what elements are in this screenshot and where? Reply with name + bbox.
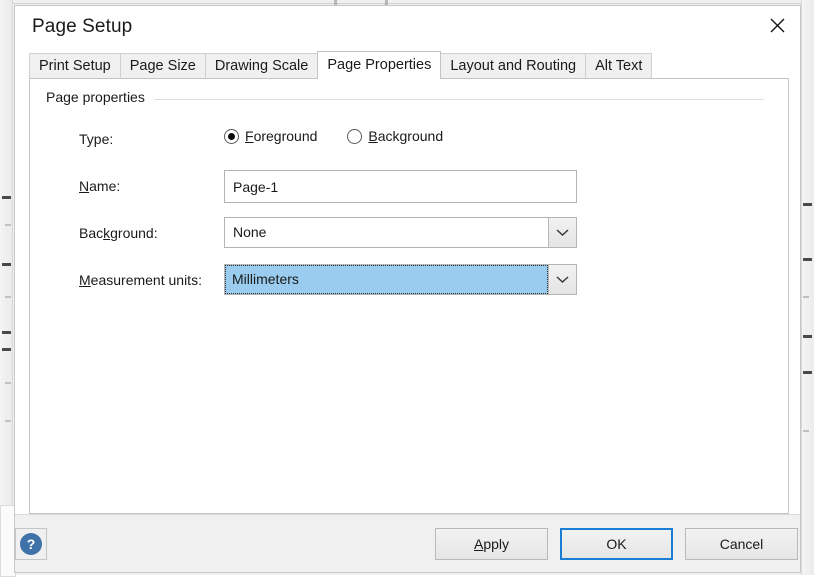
chevron-down-icon xyxy=(556,275,569,284)
radio-background[interactable]: Background xyxy=(347,128,443,144)
help-icon: ? xyxy=(20,533,42,555)
page-properties-groupbox: Page properties Type: Foreground Backgro… xyxy=(46,89,772,501)
tabstrip: Print Setup Page Size Drawing Scale Page… xyxy=(15,51,800,79)
accel-char: N xyxy=(79,178,90,194)
dialog-footer: ? Apply OK Cancel xyxy=(15,514,800,572)
type-label: Type: xyxy=(79,131,114,147)
tab-page-size[interactable]: Page Size xyxy=(119,53,206,78)
label-start: Bac xyxy=(79,225,104,241)
accel-char: B xyxy=(368,128,378,144)
right-ruler-strip xyxy=(801,0,814,575)
measurement-units-combobox-arrow[interactable] xyxy=(548,265,576,294)
close-button[interactable] xyxy=(754,6,800,44)
background-label: Background: xyxy=(79,225,158,241)
name-input[interactable] xyxy=(224,170,577,203)
page-title: Page Setup xyxy=(32,16,133,37)
apply-button[interactable]: Apply xyxy=(435,528,548,560)
groupbox-legend: Page properties xyxy=(46,89,152,105)
radio-foreground-label: Foreground xyxy=(245,128,317,144)
background-combobox-arrow[interactable] xyxy=(548,218,576,247)
dialog-titlebar: Page Setup xyxy=(15,6,800,51)
close-icon xyxy=(770,18,785,33)
label-rest: pply xyxy=(483,536,510,552)
form-row-measurement-units: Measurement units: Millimeters xyxy=(46,262,772,309)
backdrop-top-divider xyxy=(0,3,814,4)
name-label: Name: xyxy=(79,178,120,194)
footer-button-row: Apply OK Cancel xyxy=(423,528,798,560)
form-row-background: Background: None xyxy=(46,215,772,262)
radio-selected-icon xyxy=(224,128,239,144)
background-combobox[interactable]: None xyxy=(224,217,577,248)
tab-layout-and-routing[interactable]: Layout and Routing xyxy=(440,53,587,78)
label-rest: ackground xyxy=(377,128,444,144)
background-combobox-value: None xyxy=(233,224,267,240)
type-radio-group: Foreground Background xyxy=(224,128,473,144)
page-properties-form: Type: Foreground Background Name: Page-1… xyxy=(46,121,772,309)
radio-background-label: Background xyxy=(368,128,443,144)
tab-page-properties[interactable]: Page Properties xyxy=(317,51,442,79)
label-rest: oreground xyxy=(253,128,318,144)
cancel-button[interactable]: Cancel xyxy=(685,528,798,560)
measurement-units-combobox-value: Millimeters xyxy=(225,265,548,294)
ok-button[interactable]: OK xyxy=(560,528,673,560)
radio-unselected-icon xyxy=(347,128,363,144)
accel-char: F xyxy=(245,128,254,144)
tab-print-setup[interactable]: Print Setup xyxy=(29,53,121,78)
measurement-units-combobox[interactable]: Millimeters xyxy=(224,264,577,295)
measurement-units-label: Measurement units: xyxy=(79,272,202,288)
radio-foreground[interactable]: Foreground xyxy=(224,128,317,144)
chevron-down-icon xyxy=(556,228,569,237)
tab-drawing-scale[interactable]: Drawing Scale xyxy=(204,53,319,78)
groupbox-rule xyxy=(154,99,764,100)
label-rest: ground: xyxy=(110,225,158,241)
form-row-name: Name: xyxy=(46,168,772,215)
label-rest: easurement units: xyxy=(90,272,202,288)
left-ruler-strip xyxy=(0,0,13,575)
tab-content-panel: Page properties Type: Foreground Backgro… xyxy=(29,78,789,514)
accel-char: M xyxy=(79,272,91,288)
accel-char: A xyxy=(473,536,484,552)
tab-alt-text[interactable]: Alt Text xyxy=(585,53,653,78)
label-rest: ame: xyxy=(89,178,121,194)
page-setup-dialog: Page Setup Print Setup Page Size Drawing… xyxy=(14,5,801,573)
help-button[interactable]: ? xyxy=(15,528,47,560)
form-row-type: Type: Foreground Background xyxy=(46,121,772,168)
